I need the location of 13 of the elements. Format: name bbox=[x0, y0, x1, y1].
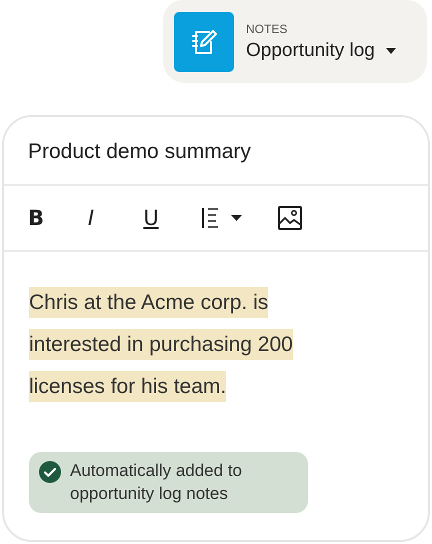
image-icon[interactable] bbox=[277, 203, 303, 233]
notes-selector[interactable]: NOTES Opportunity log bbox=[163, 0, 427, 83]
notes-label: NOTES bbox=[246, 22, 288, 36]
italic-button[interactable]: I bbox=[77, 203, 105, 233]
check-icon bbox=[39, 461, 61, 483]
status-text: Automatically added to opportunity log notes bbox=[70, 460, 243, 505]
underline-button[interactable]: U bbox=[137, 203, 165, 233]
notebook-title: Opportunity log bbox=[246, 40, 375, 62]
notebook-pencil-icon bbox=[174, 12, 234, 72]
bold-button[interactable]: B bbox=[22, 203, 50, 233]
caret-icon bbox=[384, 46, 397, 54]
note-title: Product demo summary bbox=[4, 117, 428, 186]
note-text: Chris at the Acme corp. is interested in purchasing 200 licenses for his team. bbox=[29, 282, 403, 408]
